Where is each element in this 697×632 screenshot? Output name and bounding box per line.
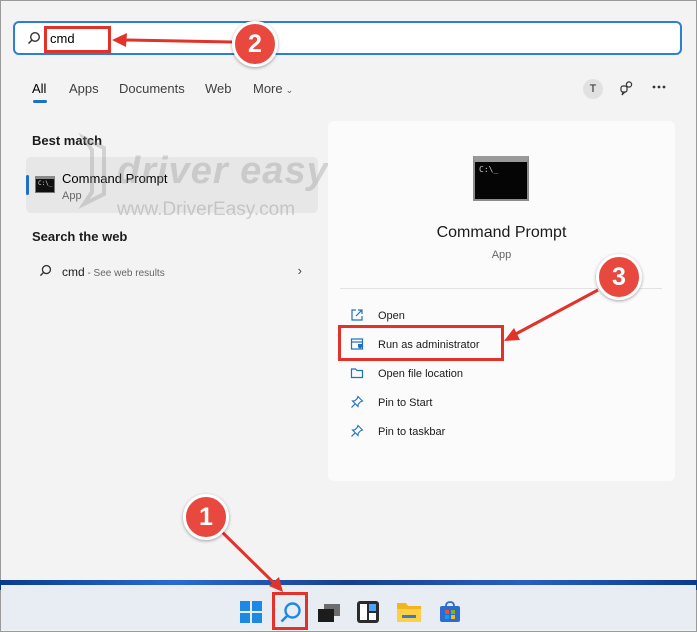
callout-2: 2 [232,21,278,67]
annotation-arrows [112,33,599,592]
arrow-3 [511,288,599,338]
callout-3: 3 [596,254,642,300]
arrowhead-2 [112,33,127,47]
arrow-1 [216,526,278,587]
arrow-2 [123,38,233,44]
callout-1: 1 [183,494,229,540]
